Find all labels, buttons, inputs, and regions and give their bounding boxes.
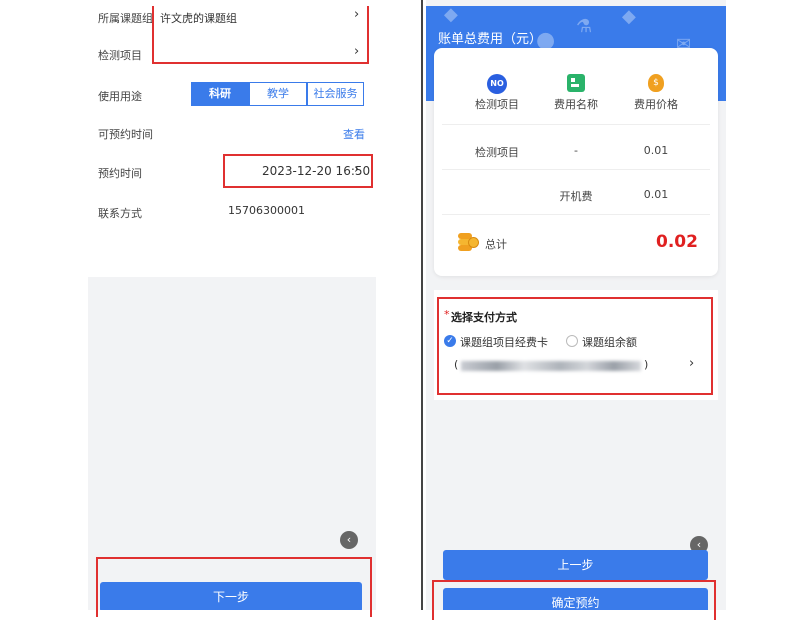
column-header-item: 检测项目	[475, 98, 519, 111]
highlight-confirm-button	[432, 580, 716, 620]
column-header-fee-name: 费用名称	[554, 98, 598, 111]
back-round-icon[interactable]: ‹	[340, 531, 358, 549]
view-link[interactable]: 查看	[343, 126, 365, 142]
table-cell: 开机费	[559, 190, 593, 203]
table-cell: 0.01	[643, 144, 669, 157]
fee-name-icon	[567, 74, 585, 92]
contact-label: 联系方式	[98, 207, 142, 220]
test-item-label: 检测项目	[98, 49, 142, 62]
usage-option-research[interactable]: 科研	[191, 82, 249, 106]
usage-option-social-service[interactable]: 社会服务	[307, 82, 364, 106]
highlight-group-item	[152, 6, 369, 64]
highlight-payment-method	[437, 297, 713, 395]
coin-stack-icon	[458, 231, 480, 253]
total-value: 0.02	[656, 232, 698, 252]
highlight-appointment-time	[223, 154, 373, 188]
bookable-time-label: 可预约时间	[98, 128, 153, 141]
column-header-fee-price: 费用价格	[634, 98, 678, 111]
table-cell: 0.01	[643, 188, 669, 201]
decor-diamond-icon: ◆	[622, 6, 636, 27]
group-label: 所属课题组	[98, 12, 153, 25]
table-cell: 检测项目	[475, 146, 519, 159]
number-badge-icon: NO	[487, 74, 507, 94]
usage-option-teaching[interactable]: 教学	[249, 82, 307, 106]
appointment-time-label: 预约时间	[98, 167, 142, 180]
table-cell: -	[574, 144, 578, 157]
decor-diamond-icon: ◆	[444, 4, 458, 25]
price-bag-icon: $	[648, 74, 664, 92]
contact-value: 15706300001	[228, 204, 305, 217]
left-phone-screen: 所属课题组 许文虎的课题组 › 检测项目 › 使用用途 科研 教学 社会服务 可…	[88, 0, 376, 610]
total-label: 总计	[485, 238, 507, 251]
row-divider	[442, 124, 710, 125]
row-divider	[442, 214, 710, 215]
previous-step-button[interactable]: 上一步	[443, 550, 708, 580]
highlight-next-button	[96, 557, 372, 617]
screen-divider	[421, 0, 423, 610]
bill-card: NO $ 检测项目 费用名称 费用价格 检测项目 - 0.01 开机费 0.01…	[434, 48, 718, 276]
row-divider	[442, 169, 710, 170]
usage-label: 使用用途	[98, 90, 142, 103]
bill-total-title: 账单总费用（元）	[438, 32, 543, 47]
decor-flask-icon: ⚗	[576, 16, 593, 37]
